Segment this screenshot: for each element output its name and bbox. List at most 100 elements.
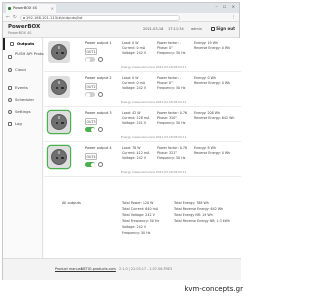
socket-icon[interactable]	[48, 111, 70, 133]
sign-out-label: Sign out	[216, 26, 235, 31]
energy-reset-note: Energy measured since 2021-03-18 08:04:1…	[121, 100, 187, 104]
frequency-value: Frequency: 50 Hz	[122, 231, 151, 235]
browser-tab-title: PowerBOX 4S	[13, 6, 38, 10]
total-voltage-value: Total Voltage: 242 V	[122, 213, 155, 217]
total-energy-value: Total Energy: 788 Wh	[174, 201, 209, 205]
events-icon	[8, 86, 12, 90]
voltage-value: Voltage: 241 V	[122, 121, 147, 125]
close-tab-icon[interactable]: ×	[51, 4, 54, 13]
phase-value: Phase: 320°	[157, 116, 177, 120]
frequency-value: Frequency: 50 Hz	[157, 121, 186, 125]
sidebar-item-log[interactable]: Log	[3, 118, 42, 130]
total-frequency-value: Total Frequency: 50 Hz	[122, 219, 160, 223]
frequency-value: Frequency: 50 Hz	[157, 51, 186, 55]
energy-value: Energy: 208 Wh	[194, 111, 221, 115]
back-icon[interactable]: ←	[6, 14, 10, 21]
output-toggle[interactable]	[85, 92, 95, 97]
header-user: admin	[191, 27, 202, 31]
output-label[interactable]: OUT4	[85, 153, 97, 160]
device-name: PowerBOX 4S	[8, 31, 32, 35]
cloud-icon	[8, 68, 12, 72]
window-controls[interactable]: – ☐ ✕	[216, 4, 237, 9]
sign-out-button[interactable]: Sign out	[211, 26, 235, 31]
reverse-energy-value: Reverse Energy: 0 Wh	[194, 46, 231, 50]
energy-reset-note: Energy measured since 2021-03-18 08:04:1…	[121, 65, 187, 69]
sign-out-icon	[211, 26, 216, 31]
energy-reset-note: Energy measured since 2021-03-18 08:04:1…	[121, 135, 187, 139]
current-value: Current: 0 mA	[122, 81, 146, 85]
gear-icon	[8, 110, 12, 114]
output-name: Power output 3	[85, 111, 112, 115]
current-value: Current: 0 mA	[122, 46, 146, 50]
log-icon	[8, 122, 12, 126]
socket-icon[interactable]	[48, 146, 70, 168]
sidebar: Outputs PUSH API Protocols Cloud Events …	[3, 38, 51, 258]
socket-icon[interactable]	[48, 41, 70, 63]
load-value: Load: 0 W	[122, 76, 139, 80]
reload-icon[interactable]: ↻	[13, 14, 17, 21]
url-text: 192.168.101.113/#/outputs/list	[26, 15, 83, 20]
output-row-2: Power output 2 OUT2 Load: 0 W Current: 0…	[44, 73, 241, 107]
outputs-icon	[10, 42, 14, 46]
output-settings-icon[interactable]	[98, 57, 103, 62]
socket-icon[interactable]	[48, 76, 70, 98]
outputs-panel: Power output 1 OUT1 Load: 0 W Current: 0…	[44, 38, 241, 258]
power-factor-value: Power factor: 0.78	[157, 146, 188, 150]
sidebar-item-label: Events	[15, 85, 28, 90]
sidebar-item-events[interactable]: Events	[3, 82, 42, 94]
browser-window: PowerBOX 4S × – ☐ ✕ ← ↻ 192.168.101.113/…	[2, 2, 241, 280]
output-label[interactable]: OUT1	[85, 48, 97, 55]
phase-value: Phase: 0°	[157, 81, 173, 85]
power-factor-value: Power factor: 0.76	[157, 111, 188, 115]
sidebar-item-outputs[interactable]: Outputs	[3, 38, 42, 50]
sidebar-item-settings[interactable]: Settings	[3, 106, 42, 118]
brand-logo: PowerBOX	[8, 24, 41, 30]
energy-value: Energy: 19 Wh	[194, 41, 219, 45]
voltage-value: Voltage: 242 V	[122, 51, 147, 55]
output-settings-icon[interactable]	[98, 92, 103, 97]
output-toggle[interactable]	[85, 127, 95, 132]
load-value: Load: 78 W	[122, 146, 141, 150]
phase-value: Phase: 0°	[157, 46, 173, 50]
header-time: 17:11:34	[168, 27, 184, 31]
product-manual-link[interactable]: Product manual	[55, 267, 82, 271]
sidebar-item-cloud[interactable]: Cloud	[3, 64, 42, 76]
browser-menu-icon[interactable]: ⋮	[232, 14, 237, 21]
sidebar-item-label: Cloud	[15, 67, 26, 72]
output-row-1: Power output 1 OUT1 Load: 0 W Current: 0…	[44, 38, 241, 72]
voltage-value: Voltage: 242 V	[122, 86, 147, 90]
browser-tab-bar: PowerBOX 4S × – ☐ ✕	[3, 3, 239, 13]
sidebar-item-push-api[interactable]: PUSH API Protocols	[3, 50, 51, 64]
reverse-energy-value: Reverse Energy: 0 Wh	[194, 151, 231, 155]
sidebar-item-scheduler[interactable]: Scheduler	[3, 94, 42, 106]
support-link[interactable]: NETIO-products.com	[81, 267, 116, 271]
output-label[interactable]: OUT2	[85, 83, 97, 90]
reverse-energy-value: Reverse Energy: 642 Wh	[194, 116, 235, 120]
url-input[interactable]: 192.168.101.113/#/outputs/list	[20, 14, 180, 21]
load-value: Load: 42 W	[122, 111, 141, 115]
energy-value: Energy: 8 Wh	[194, 146, 216, 150]
total-current-value: Total Current: 640 mA	[122, 207, 159, 211]
browser-tab[interactable]: PowerBOX 4S ×	[6, 4, 56, 13]
total-energy-nr-value: Total Energy NR: 19 Wh	[174, 213, 213, 217]
sidebar-item-label: Outputs	[17, 41, 35, 46]
output-name: Power output 4	[85, 146, 112, 150]
output-label[interactable]: OUT3	[85, 118, 97, 125]
lock-icon	[22, 17, 25, 19]
voltage-value: Voltage: 242 V	[122, 225, 147, 229]
output-settings-icon[interactable]	[98, 127, 103, 132]
energy-reset-note: Energy measured since 2021-03-18 08:04:1…	[121, 170, 187, 174]
watermark: kvm-concepts.gr	[184, 285, 243, 293]
total-reverse-energy-nr-value: Total Reverse Energy NR: 1.3 kWh	[174, 219, 231, 223]
sidebar-item-label: Log	[15, 121, 22, 126]
output-toggle[interactable]	[85, 162, 95, 167]
total-reverse-energy-value: Total Reverse Energy: 642 Wh	[174, 207, 224, 211]
sidebar-item-label: Settings	[15, 109, 31, 114]
sidebar-item-label: Scheduler	[15, 97, 35, 102]
app-header: PowerBOX PowerBOX 4S 2021-03-18 17:11:34…	[3, 22, 239, 38]
favicon-icon	[8, 7, 11, 10]
output-toggle[interactable]	[85, 57, 95, 62]
protocols-icon	[8, 55, 12, 59]
output-settings-icon[interactable]	[98, 162, 103, 167]
frequency-value: Frequency: 50 Hz	[157, 156, 186, 160]
